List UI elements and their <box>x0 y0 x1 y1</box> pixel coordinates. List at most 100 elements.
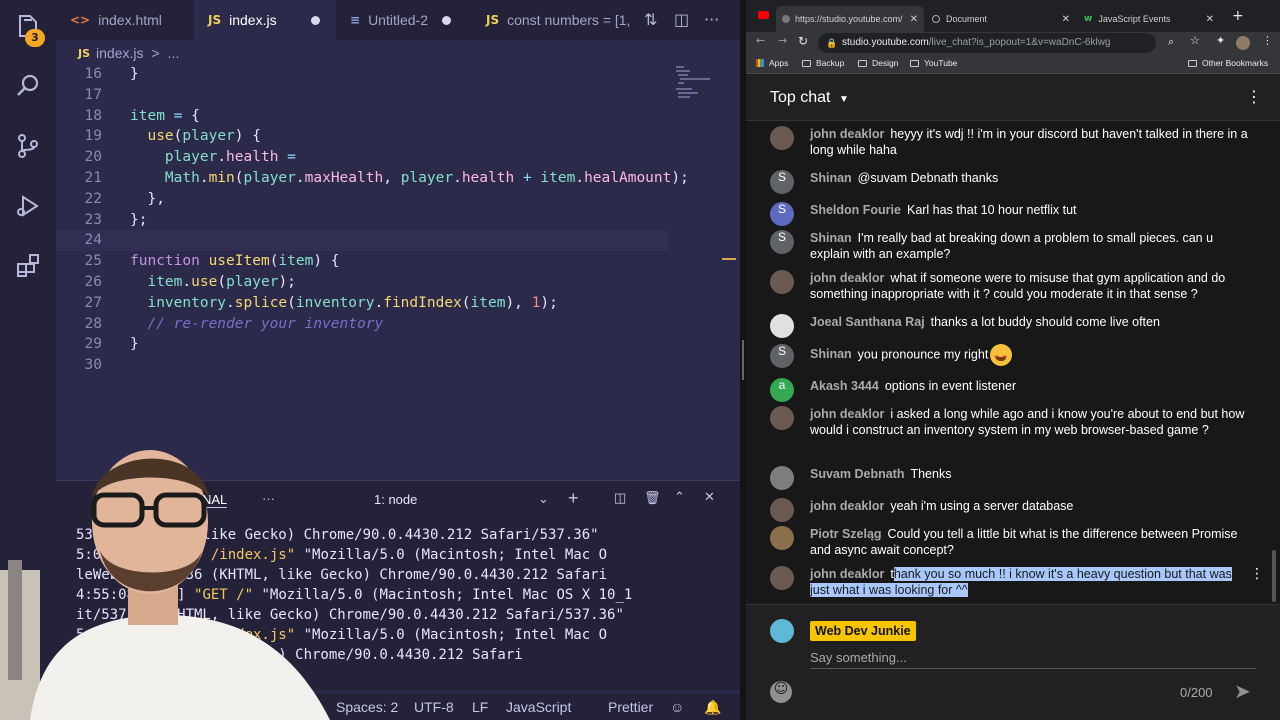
chat-avatar[interactable] <box>770 270 794 294</box>
chat-avatar[interactable] <box>770 526 794 550</box>
code-line[interactable]: 23}; <box>56 210 668 231</box>
chat-avatar[interactable] <box>770 566 794 590</box>
browser-tab-document[interactable]: Document ✕ <box>926 6 1076 32</box>
minimap[interactable] <box>672 64 722 114</box>
unsaved-dot-icon[interactable] <box>441 15 451 25</box>
code-line[interactable]: 29} <box>56 334 668 355</box>
chat-author[interactable]: Sheldon Fourie <box>810 203 901 217</box>
extensions-icon[interactable] <box>14 252 42 280</box>
close-tab-icon[interactable]: ✕ <box>1206 14 1214 25</box>
chat-avatar[interactable] <box>770 314 794 338</box>
code-line[interactable]: 30 <box>56 355 668 376</box>
code-line[interactable]: 26 item.use(player); <box>56 272 668 293</box>
tab-index-js[interactable]: JS index.js <box>194 0 336 40</box>
eol-status[interactable]: LF <box>472 699 488 715</box>
chat-menu-icon[interactable]: ⋮ <box>1246 87 1262 106</box>
new-terminal-icon[interactable]: + <box>568 488 579 509</box>
chat-author[interactable]: john deaklor <box>810 499 884 513</box>
code-line[interactable]: 17 <box>56 85 668 106</box>
divider-handle[interactable] <box>742 340 744 380</box>
bell-icon[interactable]: 🔔 <box>704 699 721 716</box>
code-line[interactable]: 20 player.health = <box>56 147 668 168</box>
say-something-input[interactable] <box>810 647 1256 669</box>
chat-avatar[interactable] <box>770 466 794 490</box>
chat-author[interactable]: Shinan <box>810 347 852 361</box>
feedback-icon[interactable]: ☺ <box>670 699 684 715</box>
code-editor[interactable]: 16} 17 18 item = {19 use(player) {20 player… <box>56 62 689 482</box>
top-chat-dropdown[interactable]: Top chat ▼ <box>770 89 849 107</box>
close-tab-icon[interactable]: ✕ <box>1062 14 1070 25</box>
chat-avatar[interactable] <box>770 498 794 522</box>
new-tab-button[interactable]: + <box>1232 8 1244 24</box>
language-status[interactable]: JavaScript <box>506 699 571 715</box>
send-icon[interactable]: ➤ <box>1234 679 1251 703</box>
run-debug-icon[interactable] <box>14 192 42 220</box>
chat-author[interactable]: Suvam Debnath <box>810 467 904 481</box>
search-icon[interactable] <box>14 72 42 100</box>
emoji-icon[interactable]: ☺ <box>770 681 792 703</box>
code-line[interactable]: 22 }, <box>56 189 668 210</box>
breadcrumb-trail[interactable]: ... <box>168 45 180 61</box>
chat-author[interactable]: Akash 3444 <box>810 379 879 393</box>
chat-author[interactable]: Shinan <box>810 231 852 245</box>
compare-icon[interactable]: ⇅ <box>644 10 657 29</box>
chat-avatar[interactable] <box>770 406 794 430</box>
chat-author[interactable]: Shinan <box>810 171 852 185</box>
message-menu-icon[interactable]: ⋮ <box>1250 566 1264 582</box>
chat-avatar[interactable] <box>770 126 794 150</box>
chat-author[interactable]: Piotr Szeląg <box>810 527 882 541</box>
back-icon[interactable]: ← <box>756 34 765 47</box>
reload-icon[interactable]: ↻ <box>798 34 808 48</box>
split-terminal-icon[interactable]: ◫ <box>614 490 626 506</box>
browser-menu-icon[interactable]: ⋮ <box>1262 34 1273 47</box>
code-line[interactable]: 21 Math.min(player.maxHealth, player.hea… <box>56 168 689 189</box>
bookmark-design[interactable]: Design <box>858 58 898 68</box>
chat-author[interactable]: Joeal Santhana Raj <box>810 315 925 329</box>
chevron-down-icon[interactable]: ⌄ <box>538 491 549 507</box>
bookmark-youtube[interactable]: YouTube <box>910 58 957 68</box>
profile-avatar[interactable] <box>1236 36 1250 50</box>
unsaved-dot-icon[interactable] <box>310 15 320 25</box>
chat-avatar[interactable]: a <box>770 378 794 402</box>
chat-message-list[interactable]: john deaklor heyyy it's wdj !! i'm in you… <box>746 122 1280 604</box>
close-tab-icon[interactable]: ✕ <box>910 14 918 25</box>
chat-author[interactable]: john deaklor <box>810 127 884 141</box>
encoding-status[interactable]: UTF-8 <box>414 699 454 715</box>
chat-avatar[interactable]: S <box>770 202 794 226</box>
code-line[interactable]: 16} <box>56 64 668 85</box>
bookmark-other[interactable]: Other Bookmarks <box>1188 58 1268 68</box>
code-line[interactable]: 18 item = { <box>56 106 668 127</box>
code-line[interactable]: 25 function useItem(item) { <box>56 251 668 272</box>
terminal-select[interactable]: 1: node <box>374 492 417 507</box>
bookmark-backup[interactable]: Backup <box>802 58 844 68</box>
extensions-puzzle-icon[interactable]: ✦ <box>1216 34 1225 47</box>
split-editor-icon[interactable]: ◫ <box>674 10 689 29</box>
forward-icon[interactable]: → <box>778 34 787 47</box>
chat-avatar[interactable]: S <box>770 344 794 368</box>
chat-author[interactable]: john deaklor <box>810 407 884 421</box>
code-line[interactable]: 24 <box>56 230 668 252</box>
tab-index-html[interactable]: <> index.html <box>56 0 194 40</box>
trash-icon[interactable]: 🗑 <box>644 490 661 506</box>
tab-const-numbers[interactable]: JS const numbers = [1, <box>472 0 640 40</box>
bookmark-apps[interactable]: Apps <box>756 58 788 68</box>
code-line[interactable]: 28 // re-render your inventory <box>56 314 668 335</box>
maximize-panel-icon[interactable]: ⌃ <box>674 489 685 505</box>
more-actions-icon[interactable]: ··· <box>704 10 719 29</box>
chat-scrollbar[interactable] <box>1272 550 1276 602</box>
address-bar[interactable]: 🔒 studio.youtube.com/live_chat?is_popout… <box>818 33 1156 53</box>
browser-tab-studio[interactable]: https://studio.youtube.com/ ✕ <box>776 6 924 32</box>
chat-author[interactable]: john deaklor <box>810 567 884 581</box>
code-line[interactable]: 27 inventory.splice(inventory.findIndex(… <box>56 293 668 314</box>
bookmark-star-icon[interactable]: ☆ <box>1190 34 1200 47</box>
source-control-icon[interactable] <box>14 132 42 160</box>
chat-author[interactable]: john deaklor <box>810 271 884 285</box>
chat-avatar[interactable]: S <box>770 230 794 254</box>
chat-avatar[interactable]: S <box>770 170 794 194</box>
browser-tab-js-events[interactable]: w JavaScript Events ✕ <box>1078 6 1220 32</box>
breadcrumb-file[interactable]: index.js <box>96 45 143 61</box>
zoom-icon[interactable]: ⌕ <box>1168 35 1174 49</box>
indentation-status[interactable]: Spaces: 2 <box>336 699 398 715</box>
prettier-status[interactable]: Prettier <box>608 699 653 715</box>
code-line[interactable]: 19 use(player) { <box>56 126 668 147</box>
